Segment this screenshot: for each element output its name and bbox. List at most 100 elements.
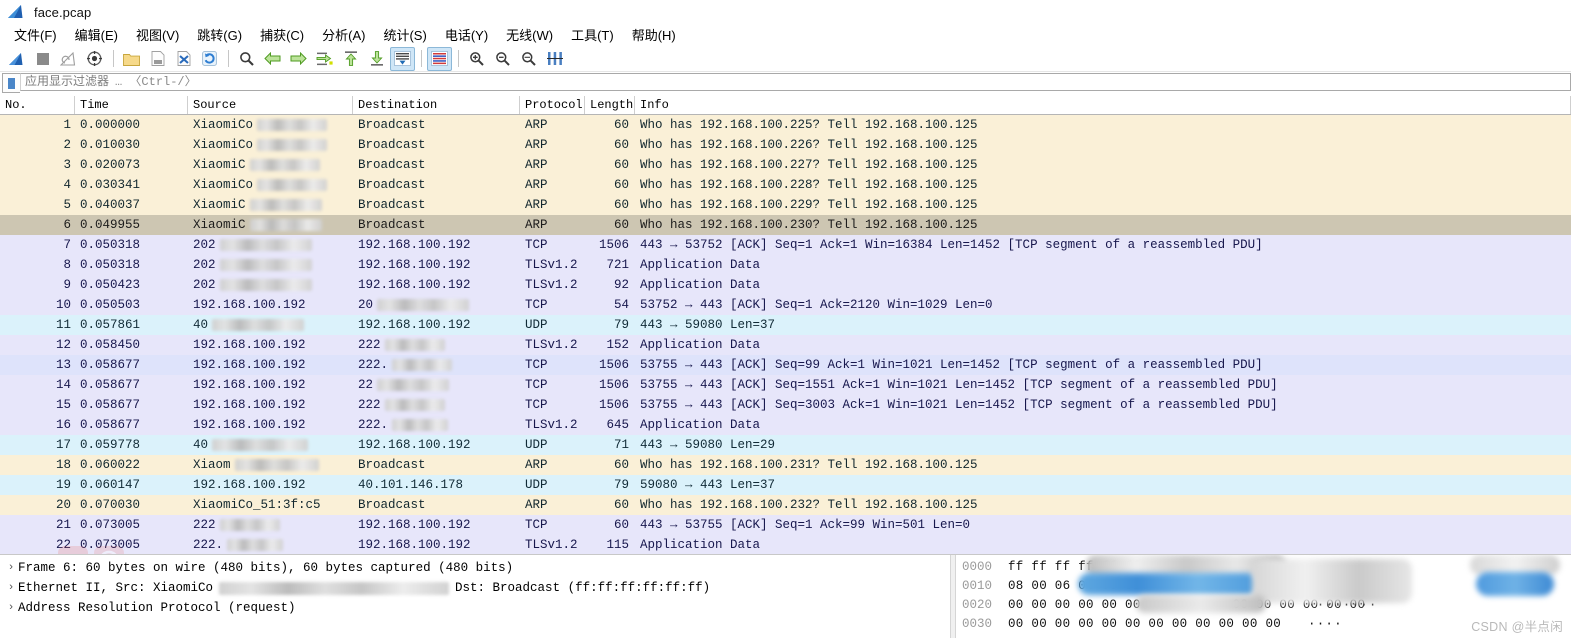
menu-help[interactable]: 帮助(H) [623, 23, 685, 47]
cell-no: 15 [55, 398, 71, 412]
start-capture-icon[interactable] [4, 47, 29, 71]
resize-columns-icon[interactable] [542, 47, 567, 71]
table-row[interactable]: 11 0.057861 40 192.168.100.192 UDP 79 443 → 59… [0, 315, 1571, 335]
find-packet-icon[interactable] [234, 47, 259, 71]
packet-detail-pane[interactable]: › Frame 6: 60 bytes on wire (480 bits), … [0, 555, 950, 638]
table-row[interactable]: 22 0.073005 222. 192.168.100.192 TLSv1.2 115 A… [0, 535, 1571, 554]
cell-time: 0.010030 [80, 138, 141, 152]
filter-placeholder: 应用显示过滤器 [25, 75, 110, 89]
redacted-address [234, 458, 319, 471]
cell-length: 721 [606, 258, 629, 272]
redacted-address [384, 338, 445, 351]
go-last-packet-icon[interactable] [364, 47, 389, 71]
cell-time: 0.050318 [80, 258, 141, 272]
table-row[interactable]: 12 0.058450 192.168.100.192 222 TLSv1.2 152 Ap… [0, 335, 1571, 355]
cell-no: 10 [55, 298, 71, 312]
save-file-icon[interactable] [145, 47, 170, 71]
cell-time: 0.040037 [80, 198, 141, 212]
expand-chevron-icon[interactable]: › [4, 598, 18, 618]
table-row[interactable]: 1 0.000000 XiaomiCo Broadcast ARP 60 Who has 1… [0, 115, 1571, 135]
menu-capture[interactable]: 捕获(C) [251, 23, 313, 47]
table-row[interactable]: 8 0.050318 202 192.168.100.192 TLSv1.2 721 App… [0, 255, 1571, 275]
go-back-icon[interactable] [260, 47, 285, 71]
column-info[interactable]: Info [635, 96, 1571, 114]
column-length[interactable]: Length [585, 96, 635, 114]
cell-length: 1506 [598, 378, 629, 392]
table-row[interactable]: 19 0.060147 192.168.100.192 40.101.146.178 U… [0, 475, 1571, 495]
cell-time: 0.030341 [80, 178, 141, 192]
table-row[interactable]: 14 0.058677 192.168.100.192 22 TCP 1506 53755 … [0, 375, 1571, 395]
table-row[interactable]: 6 0.049955 XiaomiC Broadcast ARP 60 Who has 19… [0, 215, 1571, 235]
zoom-reset-icon[interactable] [516, 47, 541, 71]
wireshark-shark-fin-icon [7, 5, 25, 19]
display-filter-input[interactable]: 应用显示过滤器 … 〈Ctrl-/〉 [20, 73, 1571, 91]
menu-edit[interactable]: 编辑(E) [66, 23, 127, 47]
table-row[interactable]: 2 0.010030 XiaomiCo Broadcast ARP 60 Who has 1… [0, 135, 1571, 155]
table-row[interactable]: 21 0.073005 222 192.168.100.192 TCP 60 443 → 5… [0, 515, 1571, 535]
cell-protocol: ARP [525, 458, 548, 472]
cell-time: 0.057861 [80, 318, 141, 332]
redacted-address [257, 138, 328, 151]
go-forward-icon[interactable] [286, 47, 311, 71]
packet-bytes-pane[interactable]: 0000 ff ff ff ff ff ff ······· 0010 08 0… [956, 555, 1571, 638]
column-source[interactable]: Source [188, 96, 353, 114]
redacted-address [377, 378, 450, 391]
menu-analyze[interactable]: 分析(A) [313, 23, 374, 47]
table-row[interactable]: 15 0.058677 192.168.100.192 222 TCP 1506 53755… [0, 395, 1571, 415]
colorize-icon[interactable] [427, 46, 452, 71]
go-to-packet-icon[interactable] [312, 47, 337, 71]
cell-no: 11 [55, 318, 71, 332]
close-file-icon[interactable] [171, 47, 196, 71]
packet-list-pane[interactable]: No. Time Source Destination Protocol Len… [0, 96, 1571, 554]
table-row[interactable]: 4 0.030341 XiaomiCo Broadcast ARP 60 Who has 1… [0, 175, 1571, 195]
expand-chevron-icon[interactable]: › [4, 558, 18, 578]
cell-destination: 192.168.100.192 [358, 278, 471, 292]
menu-file[interactable]: 文件(F) [5, 23, 66, 47]
table-row[interactable]: 7 0.050318 202 192.168.100.192 TCP 1506 443 → … [0, 235, 1571, 255]
column-time[interactable]: Time [75, 96, 188, 114]
menu-statistics[interactable]: 统计(S) [374, 23, 435, 47]
go-first-packet-icon[interactable] [338, 47, 363, 71]
expand-chevron-icon[interactable]: › [4, 578, 18, 598]
table-row[interactable]: 3 0.020073 XiaomiC Broadcast ARP 60 Who has 19… [0, 155, 1571, 175]
table-row[interactable]: 16 0.058677 192.168.100.192 222. TLSv1.2 645 A… [0, 415, 1571, 435]
zoom-out-icon[interactable] [490, 47, 515, 71]
column-no[interactable]: No. [0, 96, 75, 114]
detail-arp[interactable]: › Address Resolution Protocol (request) [0, 598, 950, 618]
table-row[interactable]: 10 0.050503 192.168.100.192 20 TCP 54 53752 → … [0, 295, 1571, 315]
detail-ethernet[interactable]: › Ethernet II, Src: XiaomiCo Dst: Broadc… [0, 578, 950, 598]
reload-file-icon[interactable] [197, 47, 222, 71]
menu-telephony[interactable]: 电话(Y) [436, 23, 497, 47]
cell-no: 16 [55, 418, 71, 432]
table-row[interactable]: 5 0.040037 XiaomiC Broadcast ARP 60 Who has 19… [0, 195, 1571, 215]
stop-capture-icon[interactable] [30, 47, 55, 71]
menu-tools[interactable]: 工具(T) [562, 23, 623, 47]
menu-view[interactable]: 视图(V) [127, 23, 188, 47]
cell-protocol: TLSv1.2 [525, 278, 578, 292]
table-row[interactable]: 20 0.070030 XiaomiCo_51:3f:c5 Broadcast ARP 6… [0, 495, 1571, 515]
redacted-address [249, 218, 322, 231]
cell-destination: 40.101.146.178 [358, 478, 464, 492]
table-row[interactable]: 18 0.060022 Xiaom Broadcast ARP 60 Who has 192… [0, 455, 1571, 475]
redacted-address [212, 438, 309, 451]
table-row[interactable]: 13 0.058677 192.168.100.192 222. TCP 1506 5375… [0, 355, 1571, 375]
auto-scroll-icon[interactable] [390, 46, 415, 71]
zoom-in-icon[interactable] [464, 47, 489, 71]
detail-frame[interactable]: › Frame 6: 60 bytes on wire (480 bits), … [0, 558, 950, 578]
cell-no: 4 [63, 178, 71, 192]
cell-protocol: TCP [525, 298, 548, 312]
menu-wireless[interactable]: 无线(W) [497, 23, 562, 47]
column-destination[interactable]: Destination [353, 96, 520, 114]
cell-time: 0.059778 [80, 438, 141, 452]
table-row[interactable]: 17 0.059778 40 192.168.100.192 UDP 71 443 → 59… [0, 435, 1571, 455]
capture-options-icon[interactable] [82, 47, 107, 71]
detail-arp-text: Address Resolution Protocol (request) [18, 601, 296, 615]
column-protocol[interactable]: Protocol [520, 96, 585, 114]
restart-capture-icon[interactable] [56, 47, 81, 71]
cell-time: 0.050318 [80, 238, 141, 252]
cell-time: 0.070030 [80, 498, 141, 512]
menu-go[interactable]: 跳转(G) [188, 23, 251, 47]
filter-bookmark-icon[interactable] [2, 73, 20, 93]
open-file-icon[interactable] [119, 47, 144, 71]
table-row[interactable]: 9 0.050423 202 192.168.100.192 TLSv1.2 92 Appl… [0, 275, 1571, 295]
